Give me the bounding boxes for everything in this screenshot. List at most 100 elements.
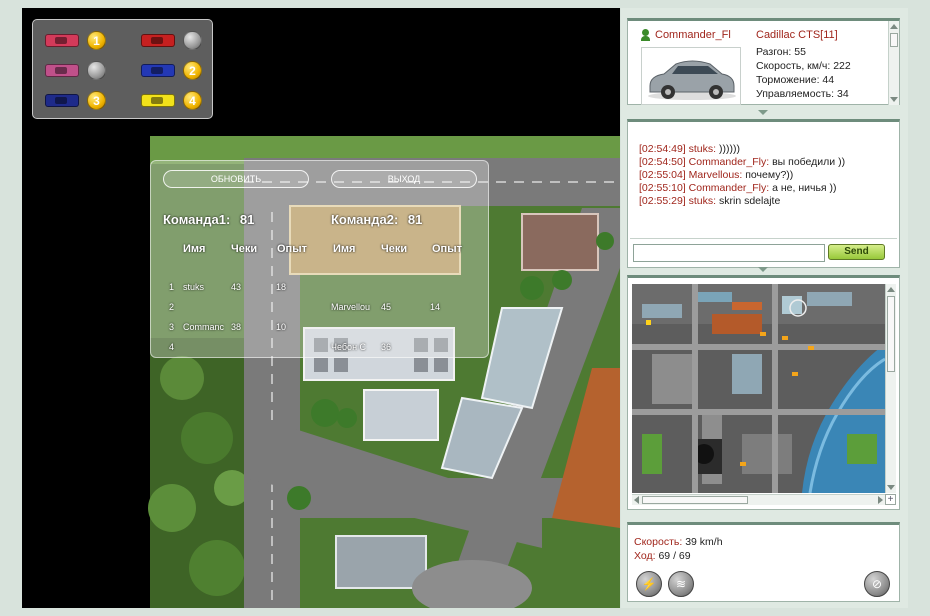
- player-name[interactable]: Commander_Fl: [655, 29, 731, 41]
- car-image: [641, 47, 741, 105]
- team1-label: Команда1:: [163, 212, 231, 227]
- collapse-arrow-icon[interactable]: [758, 110, 768, 115]
- chat-message: [02:54:49] stuks: )))))): [639, 143, 845, 156]
- cancel-icon[interactable]: ⊘: [864, 571, 890, 597]
- team2-row-checks: 36: [381, 342, 392, 352]
- team1-row-num: 4: [169, 342, 175, 352]
- minimap-hscroll[interactable]: [632, 494, 885, 505]
- car-icon: [45, 94, 79, 107]
- moves-line: Ход: 69 / 69: [634, 549, 723, 563]
- stat-handling: Управляемость: 34: [756, 88, 849, 100]
- scroll-left-icon[interactable]: [634, 496, 639, 504]
- speed-value: 39 km/h: [685, 536, 723, 548]
- chat-time: [02:54:49]: [639, 143, 686, 155]
- chat-text: почему?)): [745, 169, 794, 181]
- chat-time: [02:55:04]: [639, 169, 686, 181]
- position-badge: 1: [87, 31, 106, 50]
- legend-item: [141, 31, 202, 50]
- scroll-down-icon[interactable]: [887, 485, 895, 490]
- team1-row-exp: 10: [276, 322, 287, 332]
- team1-row-name: stuks: [183, 282, 205, 292]
- scroll-thumb[interactable]: [642, 496, 748, 504]
- chat-text: skrin sdelajte: [719, 195, 781, 207]
- moves-label: Ход:: [634, 550, 656, 562]
- scroll-down-icon[interactable]: [890, 97, 898, 102]
- team2-title: Команда2: 81: [331, 212, 422, 227]
- chat-input[interactable]: [633, 244, 825, 262]
- minimap[interactable]: [632, 284, 885, 493]
- minimap-vscroll[interactable]: [885, 284, 896, 493]
- team1-row-num: 2: [169, 302, 175, 312]
- car-model: Cadillac CTS[11]: [756, 29, 838, 41]
- chat-text: )))))): [719, 143, 740, 155]
- car-icon: [141, 34, 175, 47]
- team1-title: Команда1: 81: [163, 212, 254, 227]
- chat-time: [02:55:29]: [639, 195, 686, 207]
- car-icon: [141, 64, 175, 77]
- stat-braking: Торможение: 44: [756, 74, 835, 86]
- position-badge: 3: [87, 91, 106, 110]
- chat-panel: [02:54:49] stuks: )))))) [02:54:50] Comm…: [627, 119, 900, 268]
- car-icon: [45, 64, 79, 77]
- legend-item: 3: [45, 91, 106, 110]
- legend-item: 1: [45, 31, 106, 50]
- team1-header-name: Имя: [183, 243, 206, 255]
- status-panel: Скорость: 39 km/h Ход: 69 / 69 ⚡ ≋ ⊘: [627, 522, 900, 602]
- team1-row-name: Commanc: [183, 322, 225, 332]
- player-icon: [641, 29, 650, 41]
- refresh-button[interactable]: ОБНОВИТЬ: [163, 170, 309, 188]
- game-viewport[interactable]: 1 2 3 4 ОБНОВИТЬ ВЫХОД Команда1: 81 Кома…: [22, 8, 620, 608]
- team2-row-name: Чебон С: [331, 342, 367, 352]
- team2-header-checks: Чеки: [381, 243, 408, 255]
- moves-value: 69 / 69: [658, 550, 691, 562]
- exit-button[interactable]: ВЫХОД: [331, 170, 477, 188]
- signal-icon[interactable]: ≋: [668, 571, 694, 597]
- position-badge: [87, 61, 106, 80]
- send-button[interactable]: Send: [828, 244, 885, 260]
- team2-row-exp: 14: [430, 302, 441, 312]
- chat-author[interactable]: stuks:: [689, 195, 716, 207]
- team2-header-exp: Опыт: [432, 243, 462, 255]
- chat-time: [02:55:10]: [639, 182, 686, 194]
- scroll-up-icon[interactable]: [890, 24, 898, 29]
- speed-label: Скорость:: [634, 536, 683, 548]
- collapse-arrow-icon[interactable]: [758, 267, 768, 272]
- scroll-thumb[interactable]: [890, 33, 898, 47]
- team1-row-exp: 18: [276, 282, 287, 292]
- team1-row-checks: 38: [231, 322, 242, 332]
- chat-message: [02:55:10] Commander_Fly: а не, ничья )): [639, 182, 845, 195]
- legend-item: 2: [141, 61, 202, 80]
- team2-row-name: Marvellou: [331, 302, 371, 312]
- team2-score: 81: [407, 212, 423, 227]
- team1-row-num: 1: [169, 282, 175, 292]
- race-position-legend: 1 2 3 4: [32, 19, 213, 119]
- team1-header-exp: Опыт: [277, 243, 307, 255]
- team1-header-checks: Чеки: [231, 243, 258, 255]
- legend-item: [45, 61, 106, 80]
- nitro-icon[interactable]: ⚡: [636, 571, 662, 597]
- chat-message: [02:54:50] Commander_Fly: вы победили )): [639, 156, 845, 169]
- player-car-info: Commander_Fl Cadillac CTS[11] Разгон: 55…: [627, 18, 900, 105]
- info-scrollbar[interactable]: [888, 21, 899, 105]
- status-lines: Скорость: 39 km/h Ход: 69 / 69: [634, 535, 723, 563]
- minimap-panel: +: [627, 275, 900, 510]
- chat-message: [02:55:04] Marvellous: почему?)): [639, 169, 845, 182]
- chat-log: [02:54:49] stuks: )))))) [02:54:50] Comm…: [639, 143, 845, 208]
- speed-line: Скорость: 39 km/h: [634, 535, 723, 549]
- chat-author[interactable]: Commander_Fly:: [689, 182, 770, 194]
- chat-author[interactable]: stuks:: [689, 143, 716, 155]
- chat-author[interactable]: Marvellous:: [689, 169, 743, 181]
- legend-item: 4: [141, 91, 202, 110]
- team2-row-checks: 45: [381, 302, 392, 312]
- chat-time: [02:54:50]: [639, 156, 686, 168]
- chat-message: [02:55:29] stuks: skrin sdelajte: [639, 195, 845, 208]
- chat-author[interactable]: Commander_Fly:: [689, 156, 770, 168]
- expand-icon[interactable]: +: [885, 494, 896, 505]
- chat-divider: [630, 238, 897, 239]
- scroll-thumb[interactable]: [887, 296, 895, 372]
- scroll-up-icon[interactable]: [887, 287, 895, 292]
- scroll-right-icon[interactable]: [878, 496, 883, 504]
- team1-score: 81: [239, 212, 255, 227]
- position-badge: 4: [183, 91, 202, 110]
- position-badge: [183, 31, 202, 50]
